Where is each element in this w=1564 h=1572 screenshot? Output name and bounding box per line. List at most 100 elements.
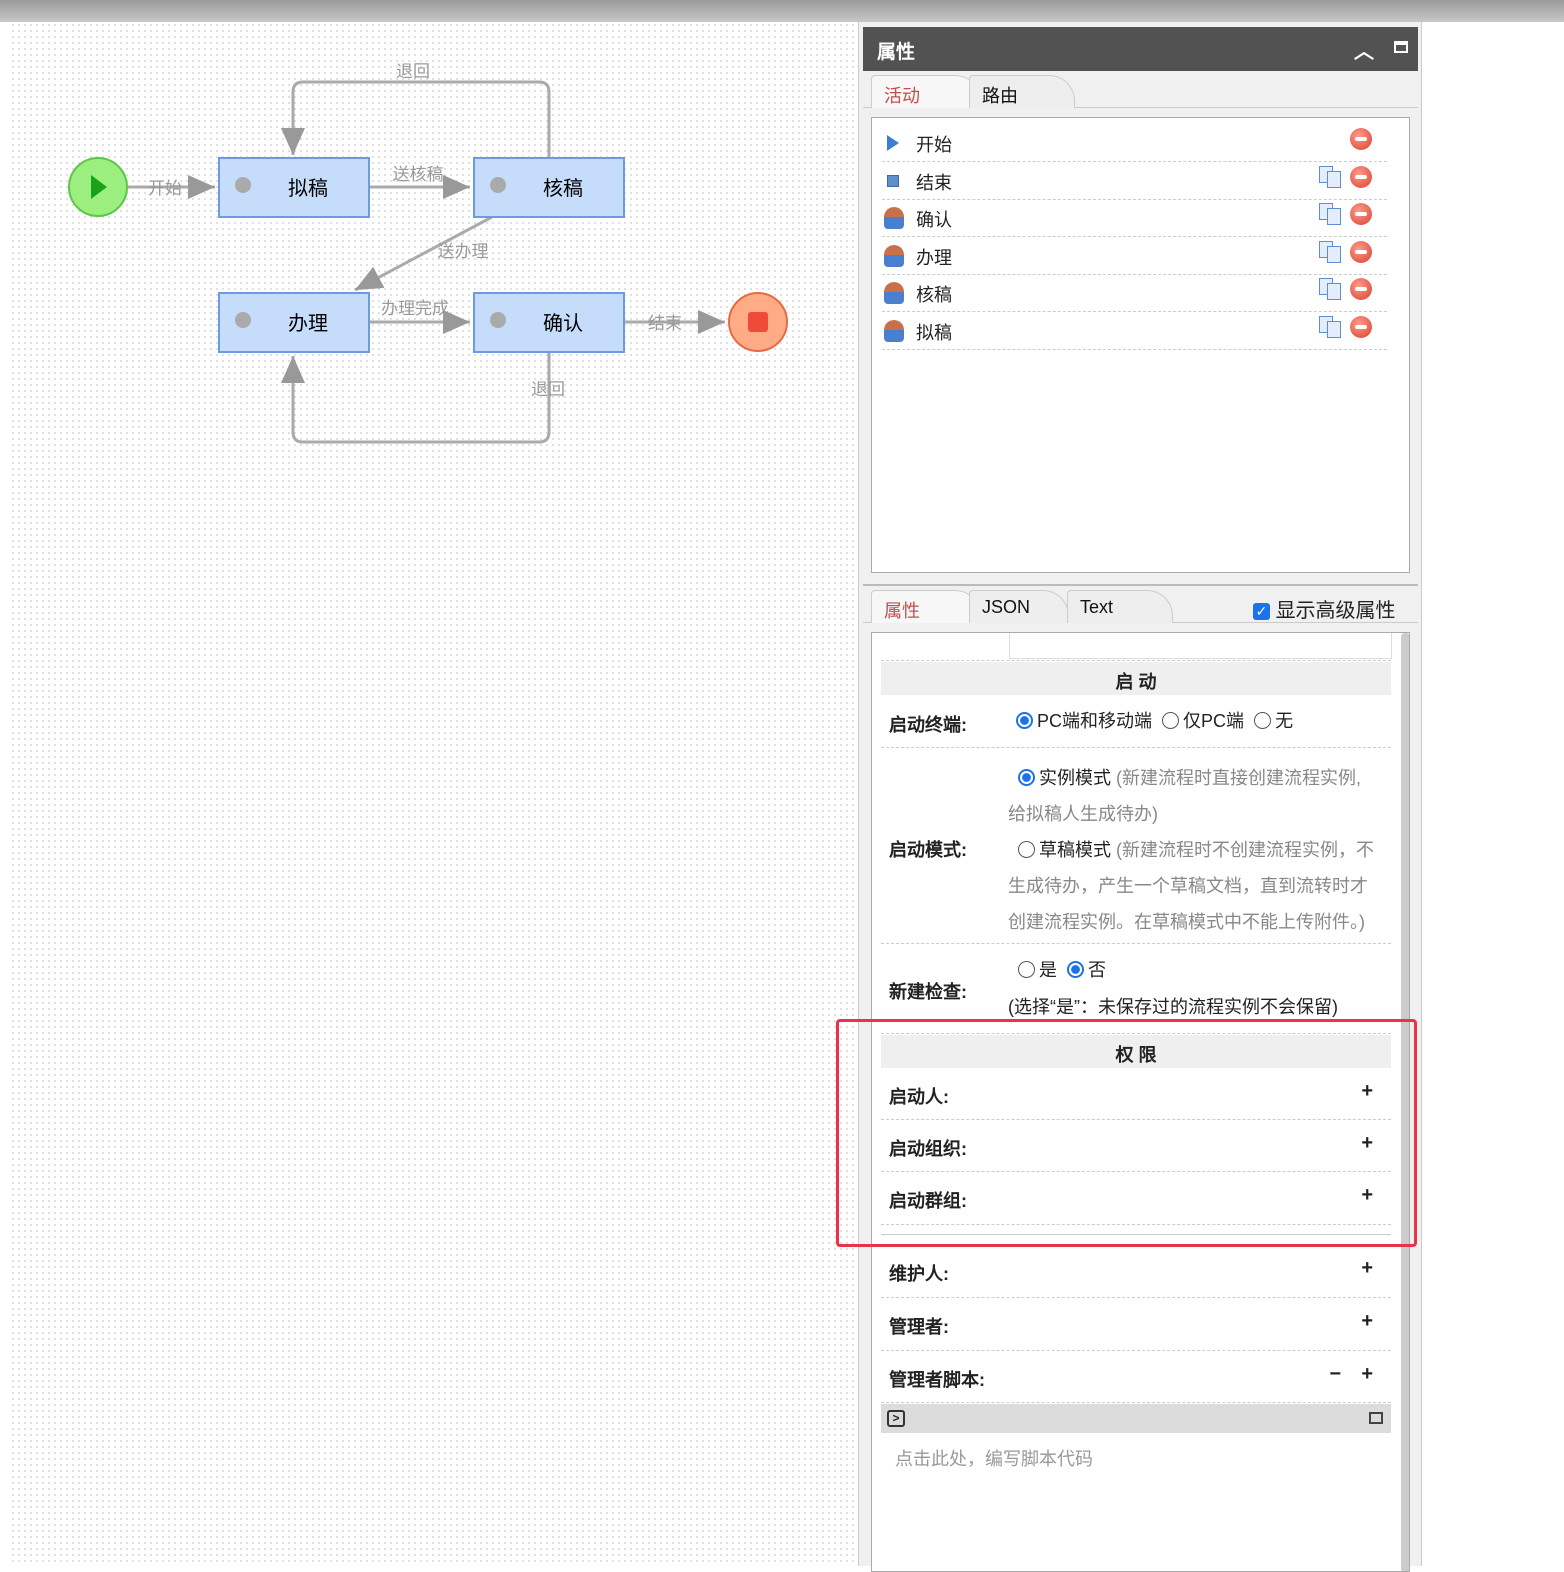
add-icon[interactable]: +	[1361, 1257, 1373, 1280]
list-item[interactable]: 拟稿	[882, 312, 1387, 350]
tab-activities[interactable]: 活动	[871, 75, 981, 108]
highlight-box	[836, 1019, 1417, 1247]
add-icon[interactable]: +	[1361, 1310, 1373, 1333]
panel-header: 属性 ︿	[863, 27, 1418, 71]
delete-icon[interactable]	[1350, 166, 1372, 188]
checkbox-checked-icon: ✓	[1253, 603, 1270, 620]
radio-pc-mobile[interactable]: PC端和移动端	[1016, 711, 1152, 731]
tab-text[interactable]: Text	[1067, 590, 1173, 623]
edge-label-back-bottom: 退回	[531, 380, 565, 399]
stop-icon	[748, 312, 768, 332]
copy-icon[interactable]	[1319, 166, 1343, 188]
user-icon	[884, 320, 904, 342]
label: 办理	[916, 248, 952, 268]
user-icon	[884, 245, 904, 267]
copy-icon[interactable]	[1319, 241, 1343, 263]
script-toolbar: >	[881, 1404, 1391, 1433]
label: 显示高级属性	[1275, 600, 1396, 622]
properties-panel: 属性 ︿ 活动 路由 开始 结束 确认 办理 核稿 拟稿 属性 JSON Tex…	[858, 22, 1422, 1572]
copy-icon[interactable]	[1319, 278, 1343, 300]
node-handle: 办理	[218, 292, 370, 353]
label: PC端和移动端	[1037, 711, 1153, 731]
label: 仅PC端	[1183, 711, 1245, 731]
radio-instance-mode[interactable]: 实例模式	[1018, 768, 1111, 788]
manager-script-row: 管理者脚本: − +	[881, 1351, 1391, 1403]
label: 是	[1039, 960, 1058, 980]
edge-label-start: 开始	[148, 179, 182, 198]
start-triangle-icon	[887, 135, 899, 151]
label: 办理	[288, 312, 328, 335]
activity-list: 开始 结束 确认 办理 核稿 拟稿	[871, 117, 1410, 573]
label: 给拟稿人生成待办)	[1008, 804, 1158, 824]
user-icon	[884, 282, 904, 304]
add-icon[interactable]: +	[1361, 1363, 1373, 1386]
delete-icon[interactable]	[1350, 278, 1372, 300]
label: 无	[1275, 711, 1294, 731]
list-item[interactable]: 确认	[882, 199, 1387, 237]
edge-label-end: 结束	[648, 314, 682, 333]
radio-draft-mode[interactable]: 草稿模式	[1018, 840, 1111, 860]
node-review: 核稿	[473, 157, 625, 218]
label: 草稿模式	[1039, 840, 1112, 860]
label: 启动终端:	[889, 715, 967, 735]
copy-icon[interactable]	[1319, 203, 1343, 225]
radio-none[interactable]: 无	[1249, 711, 1293, 731]
list-item[interactable]: 结束	[882, 162, 1387, 200]
radio-check-no[interactable]: 否	[1067, 960, 1106, 980]
flow-diagram[interactable]: 开始 送核稿 退回 送办理 办理完成 结束 退回 拟稿 核稿 办理 确认	[0, 0, 858, 1566]
show-advanced-checkbox[interactable]: ✓ 显示高级属性	[1253, 594, 1396, 623]
label: (新建流程时直接创建流程实例,	[1116, 768, 1362, 788]
list-item[interactable]: 核稿	[882, 274, 1387, 312]
node-confirm: 确认	[473, 292, 625, 353]
end-square-icon	[887, 175, 899, 187]
label: 核稿	[543, 177, 583, 200]
label: 新建检查:	[889, 982, 967, 1002]
label: 核稿	[916, 285, 952, 305]
delete-icon[interactable]	[1350, 241, 1372, 263]
node-draft: 拟稿	[218, 157, 370, 218]
edge-back-bottom	[281, 352, 551, 444]
tab-json[interactable]: JSON	[969, 590, 1069, 623]
collapse-icon[interactable]: ︿	[1354, 35, 1374, 64]
label: 确认	[543, 312, 583, 335]
edge-label-send-review: 送核稿	[393, 165, 444, 184]
edge-label-handle-done: 办理完成	[381, 299, 449, 318]
label: 管理者:	[889, 1317, 949, 1337]
label: 拟稿	[916, 323, 952, 343]
section-start-header: 启 动	[881, 662, 1391, 695]
delete-icon[interactable]	[1350, 128, 1372, 150]
label: 拟稿	[288, 177, 328, 200]
restore-window-icon[interactable]	[1369, 1412, 1383, 1424]
maximize-icon[interactable]	[1394, 41, 1408, 53]
label: 确认	[916, 210, 952, 230]
edge-label-send-handle: 送办理	[438, 242, 489, 261]
list-item[interactable]: 开始	[882, 124, 1387, 162]
user-icon	[884, 207, 904, 229]
label: 结束	[916, 173, 952, 193]
label: 创建流程实例。在草稿模式中不能上传附件。)	[1008, 912, 1365, 932]
tab-routes[interactable]: 路由	[969, 75, 1075, 108]
radio-pc-only[interactable]: 仅PC端	[1157, 711, 1244, 731]
manager-row: 管理者: +	[881, 1298, 1391, 1351]
label: 管理者脚本:	[889, 1370, 985, 1390]
label: 实例模式	[1039, 768, 1112, 788]
maintainer-row: 维护人: +	[881, 1245, 1391, 1298]
tab-properties[interactable]: 属性	[871, 590, 981, 623]
delete-icon[interactable]	[1350, 203, 1372, 225]
edge-label-back-top: 退回	[396, 62, 430, 81]
label: 维护人:	[889, 1264, 949, 1284]
start-terminal-row: 启动终端: PC端和移动端 仅PC端 无	[881, 695, 1391, 748]
remove-icon[interactable]: −	[1329, 1363, 1341, 1386]
panel-title: 属性	[877, 42, 916, 63]
start-mode-row: 启动模式: 实例模式 (新建流程时直接创建流程实例, 给拟稿人生成待办) 草稿模…	[881, 748, 1391, 944]
label: 开始	[916, 135, 952, 155]
label: 生成待办，产生一个草稿文档，直到流转时才	[1008, 876, 1368, 896]
list-item[interactable]: 办理	[882, 237, 1387, 275]
terminal-icon[interactable]: >	[887, 1410, 905, 1427]
script-editor[interactable]: 点击此处，编写脚本代码	[895, 1445, 1093, 1471]
radio-check-yes[interactable]: 是	[1018, 960, 1057, 980]
label: (新建流程时不创建流程实例，不	[1116, 840, 1375, 860]
copy-icon[interactable]	[1319, 316, 1343, 338]
delete-icon[interactable]	[1350, 316, 1372, 338]
label: 启动模式:	[889, 840, 967, 860]
